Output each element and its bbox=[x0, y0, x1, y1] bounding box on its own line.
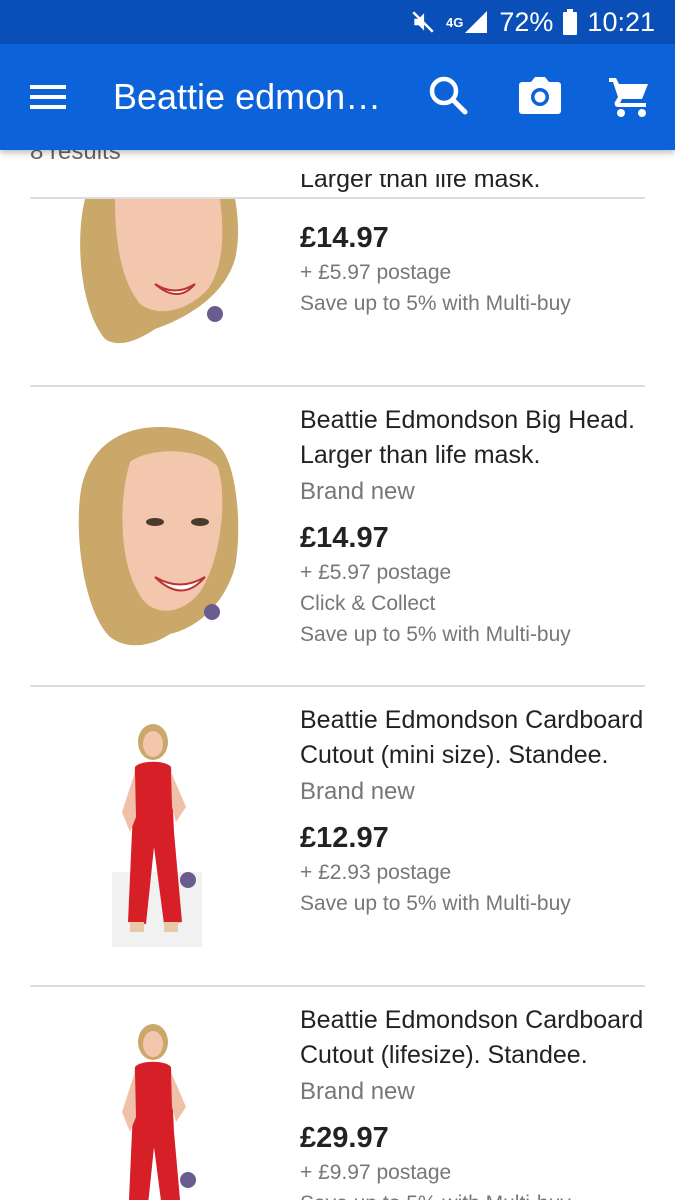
item-condition: Brand new bbox=[300, 478, 415, 505]
item-price: £12.97 bbox=[300, 822, 389, 854]
search-icon bbox=[429, 76, 468, 115]
product-image-standee-mini bbox=[60, 722, 260, 952]
item-title[interactable]: Larger than life mask. bbox=[300, 438, 670, 473]
item-postage: + £5.97 postage bbox=[300, 561, 452, 584]
item-postage: + £9.97 postage bbox=[300, 1161, 452, 1184]
cart-button[interactable] bbox=[606, 72, 654, 120]
search-button[interactable] bbox=[425, 72, 473, 120]
product-image-standee-lifesize bbox=[60, 1022, 260, 1200]
list-item[interactable]: Beattie Edmondson Cardboard Cutout (mini… bbox=[0, 687, 675, 987]
item-price: £14.97 bbox=[300, 222, 389, 254]
item-postage: + £5.97 postage bbox=[300, 261, 452, 284]
divider bbox=[30, 197, 645, 199]
item-title[interactable]: Beattie Edmondson Big Head. bbox=[300, 403, 670, 438]
clock: 10:21 bbox=[587, 6, 655, 37]
item-multibuy: Save up to 5% with Multi-buy bbox=[300, 292, 571, 315]
item-postage: + £2.93 postage bbox=[300, 861, 452, 884]
item-price: £29.97 bbox=[300, 1122, 389, 1154]
search-query-title[interactable]: Beattie edmon… bbox=[113, 74, 393, 120]
status-bar: 4G 72% 10:21 bbox=[0, 0, 675, 44]
app-bar: Beattie edmon… bbox=[0, 44, 675, 150]
camera-button[interactable] bbox=[516, 72, 564, 120]
item-click-collect: Click & Collect bbox=[300, 592, 436, 615]
item-multibuy: Save up to 5% with Multi-buy bbox=[300, 892, 571, 915]
battery-icon bbox=[563, 9, 578, 35]
list-item[interactable]: Beattie Edmondson Cardboard Cutout (life… bbox=[0, 987, 675, 1200]
item-price: £14.97 bbox=[300, 522, 389, 554]
item-title[interactable]: Cutout (mini size). Standee. bbox=[300, 738, 670, 773]
battery-percent: 72% bbox=[499, 6, 554, 37]
list-item[interactable]: Beattie Edmondson Big Head. Larger than … bbox=[0, 387, 675, 687]
mute-icon bbox=[410, 9, 436, 35]
cart-icon bbox=[609, 78, 648, 117]
item-title[interactable]: Cutout (lifesize). Standee. bbox=[300, 1038, 670, 1073]
signal-icon: 4G bbox=[446, 9, 489, 35]
item-condition: Brand new bbox=[300, 1078, 415, 1105]
menu-icon bbox=[30, 85, 66, 109]
item-title[interactable]: Beattie Edmondson Cardboard bbox=[300, 703, 670, 738]
list-item[interactable]: Larger than life mask. £14.97 + £5.97 po… bbox=[0, 174, 675, 387]
item-multibuy: Save up to 5% with Multi-buy bbox=[300, 1188, 670, 1200]
camera-icon bbox=[519, 77, 561, 114]
item-condition: Brand new bbox=[300, 778, 415, 805]
product-image-mask bbox=[60, 422, 260, 652]
menu-button[interactable] bbox=[30, 77, 74, 117]
item-title[interactable]: Larger than life mask. bbox=[300, 174, 670, 197]
item-title[interactable]: Beattie Edmondson Cardboard bbox=[300, 1003, 670, 1038]
item-multibuy: Save up to 5% with Multi-buy bbox=[300, 623, 571, 646]
product-image-mask bbox=[60, 199, 260, 349]
